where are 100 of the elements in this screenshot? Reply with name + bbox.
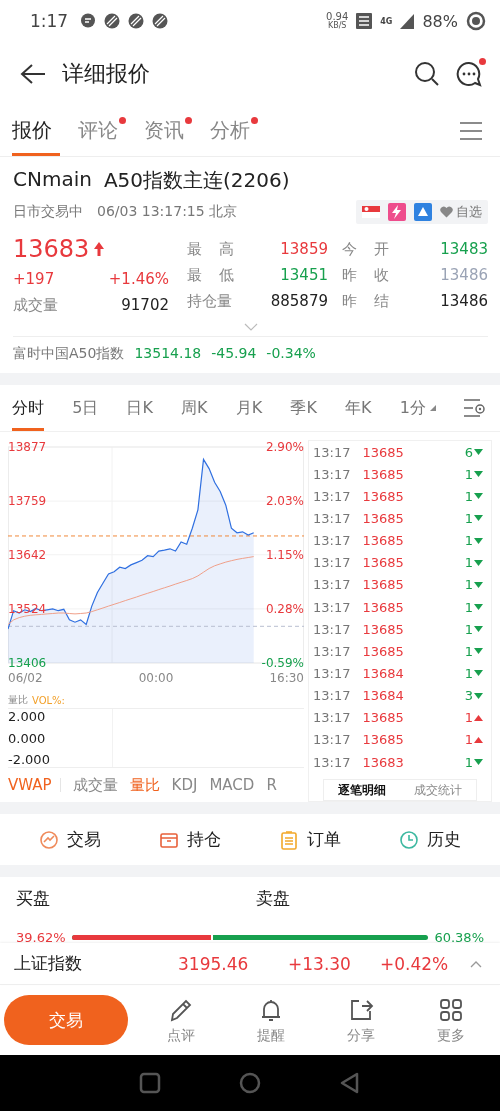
menu-icon[interactable] bbox=[460, 121, 482, 140]
contract-symbol: CNmain bbox=[13, 167, 92, 193]
settings-icon[interactable] bbox=[464, 398, 486, 418]
trade-price: 13685 bbox=[362, 599, 405, 615]
nav-label: 分享 bbox=[347, 1026, 375, 1045]
indicator-tab[interactable]: MACD bbox=[209, 776, 255, 794]
index-change: -45.94 bbox=[211, 345, 257, 363]
search-icon[interactable] bbox=[414, 60, 440, 87]
stat-value: 885879 bbox=[270, 292, 328, 310]
trade-volume: 1 bbox=[464, 643, 473, 659]
price-change: +197 bbox=[13, 270, 55, 288]
up-arrow-icon bbox=[93, 241, 106, 257]
price-axis-label: 13759 bbox=[8, 494, 47, 509]
back-icon[interactable] bbox=[339, 1072, 361, 1094]
home-icon[interactable] bbox=[239, 1072, 261, 1094]
trade-price: 13685 bbox=[362, 555, 405, 571]
stat-label: 最 高 bbox=[187, 239, 234, 259]
action-button[interactable]: 交易 bbox=[39, 828, 101, 851]
trade-price: 13685 bbox=[362, 488, 405, 504]
section-tab[interactable]: 评论 bbox=[78, 105, 126, 156]
trade-time: 13:17 bbox=[313, 488, 351, 504]
chat-bubble-icon[interactable] bbox=[456, 60, 482, 87]
down-triangle-icon bbox=[474, 759, 483, 766]
trade-time: 13:17 bbox=[313, 577, 351, 593]
down-triangle-icon bbox=[474, 604, 483, 611]
trade-volume: 1 bbox=[464, 466, 473, 482]
trade-time: 13:17 bbox=[313, 599, 351, 615]
stat-value: 13859 bbox=[280, 240, 328, 258]
period-tab[interactable]: 周K bbox=[181, 385, 208, 431]
trade-volume: 3 bbox=[464, 688, 473, 704]
period-tab[interactable]: 日K bbox=[126, 385, 153, 431]
trade-volume: 1 bbox=[464, 555, 473, 571]
period-tab[interactable]: 5日 bbox=[72, 385, 99, 431]
down-triangle-icon bbox=[474, 581, 483, 588]
lightning-icon bbox=[388, 203, 406, 221]
stat-label: 最 低 bbox=[187, 265, 234, 285]
status-time: 1:17 bbox=[30, 11, 69, 31]
nav-item[interactable]: 提醒 bbox=[226, 995, 316, 1045]
back-arrow-icon[interactable] bbox=[20, 62, 46, 85]
buy-label: 买盘 bbox=[16, 887, 51, 910]
action-label: 交易 bbox=[67, 828, 101, 851]
section-tab[interactable]: 报价 bbox=[12, 105, 60, 156]
market-index-value: 3195.46 bbox=[178, 953, 250, 974]
action-button[interactable]: 历史 bbox=[399, 828, 461, 851]
section-tab[interactable]: 资讯 bbox=[144, 105, 192, 156]
indicator-tab[interactable]: 成交量 bbox=[72, 775, 118, 795]
percent-axis-label: 2.03% bbox=[265, 494, 304, 509]
ring-icon bbox=[466, 11, 486, 31]
stat-label: 持仓量 bbox=[187, 291, 232, 311]
action-label: 历史 bbox=[427, 828, 461, 851]
trade-volume: 1 bbox=[464, 488, 473, 504]
indicator-tab[interactable]: 量比 bbox=[129, 775, 160, 795]
trade-button[interactable]: 交易 bbox=[4, 995, 128, 1045]
market-index-change: +13.30 bbox=[288, 953, 352, 974]
period-tab[interactable]: 月K bbox=[235, 385, 263, 431]
indicator-tab[interactable]: KDJ bbox=[171, 776, 198, 794]
action-label: 订单 bbox=[307, 828, 341, 851]
trade-time: 13:17 bbox=[313, 466, 351, 482]
index-value: 13514.18 bbox=[134, 345, 202, 363]
period-tab[interactable]: 季K bbox=[290, 385, 317, 431]
recent-apps-icon[interactable] bbox=[139, 1072, 161, 1094]
trade-volume: 1 bbox=[464, 577, 473, 593]
down-triangle-icon bbox=[474, 559, 483, 566]
time-axis-label: 00:00 bbox=[138, 671, 174, 685]
trade-price: 13685 bbox=[362, 533, 405, 549]
chevron-down-icon[interactable] bbox=[243, 323, 258, 331]
nav-label: 点评 bbox=[167, 1026, 195, 1045]
trade-price: 13685 bbox=[362, 732, 405, 748]
indicator-tab[interactable]: R bbox=[266, 776, 277, 794]
indicator-tab[interactable]: VWAP bbox=[8, 776, 52, 794]
nav-label: 更多 bbox=[437, 1026, 465, 1045]
nav-item[interactable]: 更多 bbox=[406, 995, 496, 1045]
chevron-up-icon[interactable] bbox=[470, 959, 482, 968]
stat-label: 昨 收 bbox=[342, 265, 389, 285]
period-tab[interactable]: 1分 bbox=[399, 385, 436, 431]
period-tab[interactable]: 分时 bbox=[12, 385, 44, 431]
net-speed-unit: KB/S bbox=[327, 22, 347, 30]
watchlist-button[interactable]: 自选 bbox=[440, 203, 482, 221]
clipboard-icon bbox=[279, 829, 299, 850]
striped-circle-icon bbox=[128, 13, 145, 29]
index-change-percent: -0.34% bbox=[266, 345, 316, 363]
pyramid-icon bbox=[414, 203, 432, 221]
action-label: 持仓 bbox=[187, 828, 221, 851]
buy-percent: 39.62% bbox=[16, 930, 66, 945]
percent-axis-label: 1.15% bbox=[265, 547, 304, 562]
up-triangle-icon bbox=[474, 714, 483, 721]
nav-item[interactable]: 点评 bbox=[136, 995, 226, 1045]
action-button[interactable]: 订单 bbox=[279, 828, 341, 851]
price-axis-label: 13642 bbox=[8, 547, 47, 562]
period-tab[interactable]: 年K bbox=[345, 385, 372, 431]
trade-list-tab[interactable]: 成交统计 bbox=[400, 780, 476, 801]
trade-price: 13685 bbox=[362, 466, 405, 482]
trade-price: 13685 bbox=[362, 710, 405, 726]
trade-time: 13:17 bbox=[313, 621, 351, 637]
battery-level: 88% bbox=[422, 11, 458, 31]
nav-item[interactable]: 分享 bbox=[316, 995, 406, 1045]
section-tab[interactable]: 分析 bbox=[210, 105, 258, 156]
trade-list-tab[interactable]: 逐笔明细 bbox=[324, 780, 400, 801]
price-change-percent: +1.46% bbox=[108, 270, 169, 288]
action-button[interactable]: 持仓 bbox=[159, 828, 221, 851]
